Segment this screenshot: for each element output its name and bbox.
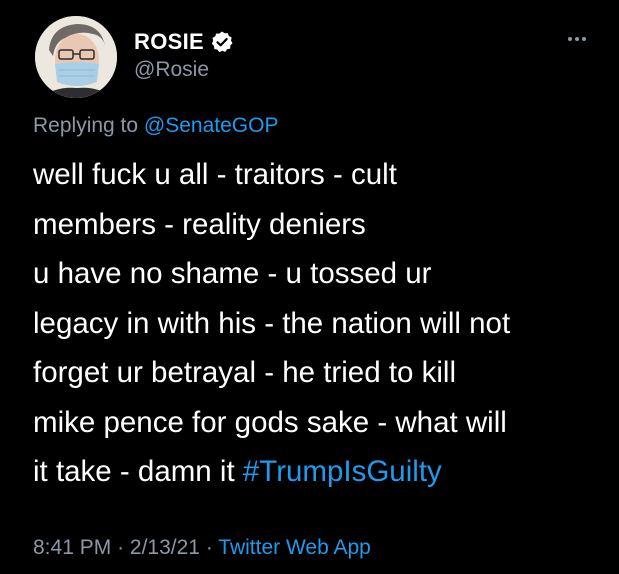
source-app-link[interactable]: Twitter Web App — [218, 536, 371, 559]
tweet-line: u have no shame - u tossed ur — [33, 257, 432, 290]
tweet-line: it take - damn it — [33, 455, 235, 488]
tweet-line: members - reality deniers — [33, 207, 366, 241]
tweet-time[interactable]: 8:41 PM — [33, 536, 111, 559]
tweet-line: forget ur betrayal - he tried to kill — [33, 356, 457, 389]
meta-separator: · — [117, 536, 125, 559]
tweet-text: well fuck u all - traitors - cult member… — [33, 150, 603, 497]
dot — [568, 37, 572, 41]
user-handle[interactable]: @Rosie — [134, 58, 209, 82]
tweet-card: ROSIE @Rosie Replying to @SenateGOP well… — [0, 0, 619, 574]
replying-to: Replying to @SenateGOP — [33, 114, 278, 138]
dot — [575, 37, 579, 41]
tweet-line: legacy in with his - the nation will not — [33, 306, 511, 340]
display-name[interactable]: ROSIE — [134, 29, 204, 55]
tweet-date[interactable]: 2/13/21 — [130, 536, 200, 559]
tweet-meta: 8:41 PM · 2/13/21 · Twitter Web App — [33, 536, 371, 560]
tweet-line-last: it take - damn it #TrumpIsGuilty — [33, 447, 603, 497]
mention-link[interactable]: @SenateGOP — [144, 114, 279, 137]
tweet-line: mike pence for gods sake - what will — [33, 405, 507, 439]
verified-badge-icon — [211, 31, 233, 53]
more-options-icon[interactable] — [560, 29, 594, 49]
user-name-row[interactable]: ROSIE — [134, 27, 234, 57]
hashtag-link[interactable]: #TrumpIsGuilty — [243, 455, 442, 488]
tweet-line: well fuck u all - traitors - cult — [33, 158, 397, 191]
dot — [582, 37, 586, 41]
replying-to-label: Replying to — [33, 114, 139, 137]
meta-separator: · — [205, 536, 213, 559]
avatar[interactable] — [35, 16, 117, 98]
avatar-image — [35, 16, 117, 98]
